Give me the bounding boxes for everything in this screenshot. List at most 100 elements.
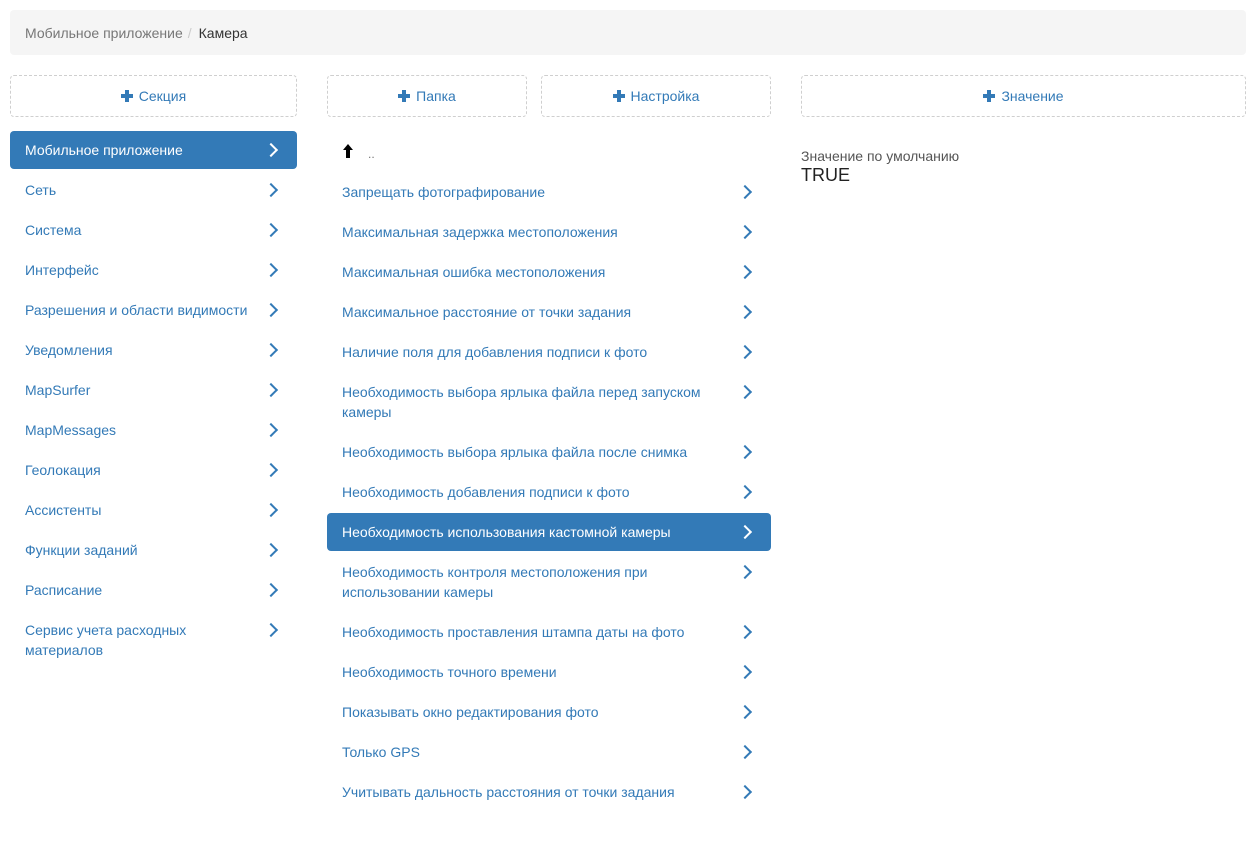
breadcrumb-separator: / bbox=[187, 24, 192, 41]
chevron-right-icon bbox=[737, 384, 753, 400]
section-item-label: Геолокация bbox=[25, 462, 101, 478]
chevron-right-icon bbox=[263, 262, 279, 278]
setting-item[interactable]: Только GPS bbox=[327, 733, 771, 771]
section-item-label: MapSurfer bbox=[25, 382, 91, 398]
chevron-right-icon bbox=[263, 622, 279, 638]
setting-item-label: Необходимость добавления подписи к фото bbox=[342, 484, 630, 500]
chevron-right-icon bbox=[737, 484, 753, 500]
setting-item-label: Максимальная задержка местоположения bbox=[342, 224, 618, 240]
settings-list: .. Запрещать фотографирование Максимальна… bbox=[327, 131, 771, 813]
setting-item[interactable]: Необходимость добавления подписи к фото bbox=[327, 473, 771, 511]
section-item[interactable]: Геолокация bbox=[10, 451, 297, 489]
default-value-label: Значение по умолчанию bbox=[801, 148, 960, 164]
setting-item-label: Запрещать фотографирование bbox=[342, 184, 546, 200]
chevron-right-icon bbox=[737, 564, 753, 580]
section-item[interactable]: Расписание bbox=[10, 571, 297, 609]
section-item[interactable]: MapMessages bbox=[10, 411, 297, 449]
setting-item[interactable]: Запрещать фотографирование bbox=[327, 173, 771, 211]
chevron-right-icon bbox=[263, 142, 279, 158]
chevron-right-icon bbox=[263, 382, 279, 398]
plus-icon bbox=[612, 90, 625, 102]
setting-item-label: Показывать окно редактирования фото bbox=[342, 704, 599, 720]
setting-item[interactable]: Необходимость выбора ярлыка файла после … bbox=[327, 433, 771, 471]
setting-item[interactable]: Необходимость точного времени bbox=[327, 653, 771, 691]
setting-item-label: Учитывать дальность расстояния от точки … bbox=[342, 784, 675, 800]
breadcrumb-parent-link[interactable]: Мобильное приложение bbox=[25, 25, 183, 41]
chevron-right-icon bbox=[263, 502, 279, 518]
chevron-right-icon bbox=[737, 344, 753, 360]
setting-item-label: Необходимость выбора ярлыка файла перед … bbox=[342, 384, 701, 420]
section-item-label: Уведомления bbox=[25, 342, 113, 358]
chevron-right-icon bbox=[737, 704, 753, 720]
breadcrumb: Мобильное приложение / Камера bbox=[10, 10, 1246, 55]
section-item-label: Мобильное приложение bbox=[25, 142, 183, 158]
setting-item-label: Необходимость выбора ярлыка файла после … bbox=[342, 444, 688, 460]
section-item-label: Ассистенты bbox=[25, 502, 102, 518]
setting-item[interactable]: Показывать окно редактирования фото bbox=[327, 693, 771, 731]
add-section-button[interactable]: Секция bbox=[10, 75, 297, 117]
add-value-button[interactable]: Значение bbox=[801, 75, 1246, 117]
setting-item[interactable]: Максимальная ошибка местоположения bbox=[327, 253, 771, 291]
setting-item[interactable]: Максимальное расстояние от точки задания bbox=[327, 293, 771, 331]
setting-item-label: Максимальная ошибка местоположения bbox=[342, 264, 606, 280]
add-value-label: Значение bbox=[1001, 88, 1064, 104]
setting-item[interactable]: Учитывать дальность расстояния от точки … bbox=[327, 773, 771, 811]
section-item[interactable]: Функции заданий bbox=[10, 531, 297, 569]
chevron-right-icon bbox=[737, 304, 753, 320]
add-folder-button[interactable]: Папка bbox=[327, 75, 527, 117]
setting-item[interactable]: Наличие поля для добавления подписи к фо… bbox=[327, 333, 771, 371]
section-item[interactable]: MapSurfer bbox=[10, 371, 297, 409]
setting-item-label: Только GPS bbox=[342, 744, 420, 760]
breadcrumb-current: Камера bbox=[198, 24, 248, 41]
section-item-label: Система bbox=[25, 222, 82, 238]
setting-item[interactable]: Необходимость выбора ярлыка файла перед … bbox=[327, 373, 771, 431]
section-item[interactable]: Система bbox=[10, 211, 297, 249]
section-item[interactable]: Разрешения и области видимости bbox=[10, 291, 297, 329]
add-setting-button[interactable]: Настройка bbox=[541, 75, 771, 117]
sections-list: Мобильное приложение Сеть Система Интерфейс… bbox=[10, 131, 297, 671]
chevron-right-icon bbox=[737, 444, 753, 460]
navigate-up-button[interactable]: .. bbox=[327, 131, 771, 171]
setting-item[interactable]: Необходимость контроля местоположения пр… bbox=[327, 553, 771, 611]
setting-item-label: Необходимость проставления штампа даты н… bbox=[342, 624, 685, 640]
section-item-label: Расписание bbox=[25, 582, 103, 598]
section-item[interactable]: Ассистенты bbox=[10, 491, 297, 529]
section-item-label: Функции заданий bbox=[25, 542, 138, 558]
setting-item-label: Максимальное расстояние от точки задания bbox=[342, 304, 632, 320]
navigate-up-label: .. bbox=[368, 147, 375, 161]
setting-item-label: Необходимость контроля местоположения пр… bbox=[342, 564, 648, 600]
section-item[interactable]: Уведомления bbox=[10, 331, 297, 369]
chevron-right-icon bbox=[737, 184, 753, 200]
chevron-right-icon bbox=[737, 264, 753, 280]
chevron-right-icon bbox=[263, 222, 279, 238]
default-value: TRUE bbox=[801, 165, 850, 185]
setting-item-label: Необходимость использования кастомной ка… bbox=[342, 524, 671, 540]
chevron-right-icon bbox=[263, 182, 279, 198]
chevron-right-icon bbox=[737, 744, 753, 760]
section-item-label: Сервис учета расходных материалов bbox=[25, 622, 187, 658]
add-folder-label: Папка bbox=[416, 88, 456, 104]
section-item[interactable]: Сервис учета расходных материалов bbox=[10, 611, 297, 669]
add-section-label: Секция bbox=[138, 88, 187, 104]
chevron-right-icon bbox=[263, 582, 279, 598]
settings-items: Запрещать фотографирование Максимальная з… bbox=[327, 173, 771, 811]
setting-item[interactable]: Максимальная задержка местоположения bbox=[327, 213, 771, 251]
chevron-right-icon bbox=[737, 664, 753, 680]
section-item[interactable]: Сеть bbox=[10, 171, 297, 209]
chevron-right-icon bbox=[737, 524, 753, 540]
setting-item[interactable]: Необходимость проставления штампа даты н… bbox=[327, 613, 771, 651]
value-panel: Значение по умолчанию TRUE bbox=[801, 148, 959, 186]
section-item[interactable]: Мобильное приложение bbox=[10, 131, 297, 169]
setting-item[interactable]: Необходимость использования кастомной ка… bbox=[327, 513, 771, 551]
arrow-up-icon bbox=[342, 144, 354, 158]
chevron-right-icon bbox=[263, 542, 279, 558]
plus-icon bbox=[398, 90, 411, 102]
chevron-right-icon bbox=[737, 624, 753, 640]
section-item[interactable]: Интерфейс bbox=[10, 251, 297, 289]
add-setting-label: Настройка bbox=[630, 88, 700, 104]
plus-icon bbox=[983, 90, 996, 102]
setting-item-label: Наличие поля для добавления подписи к фо… bbox=[342, 344, 648, 360]
chevron-right-icon bbox=[263, 422, 279, 438]
section-item-label: MapMessages bbox=[25, 422, 117, 438]
chevron-right-icon bbox=[263, 302, 279, 318]
